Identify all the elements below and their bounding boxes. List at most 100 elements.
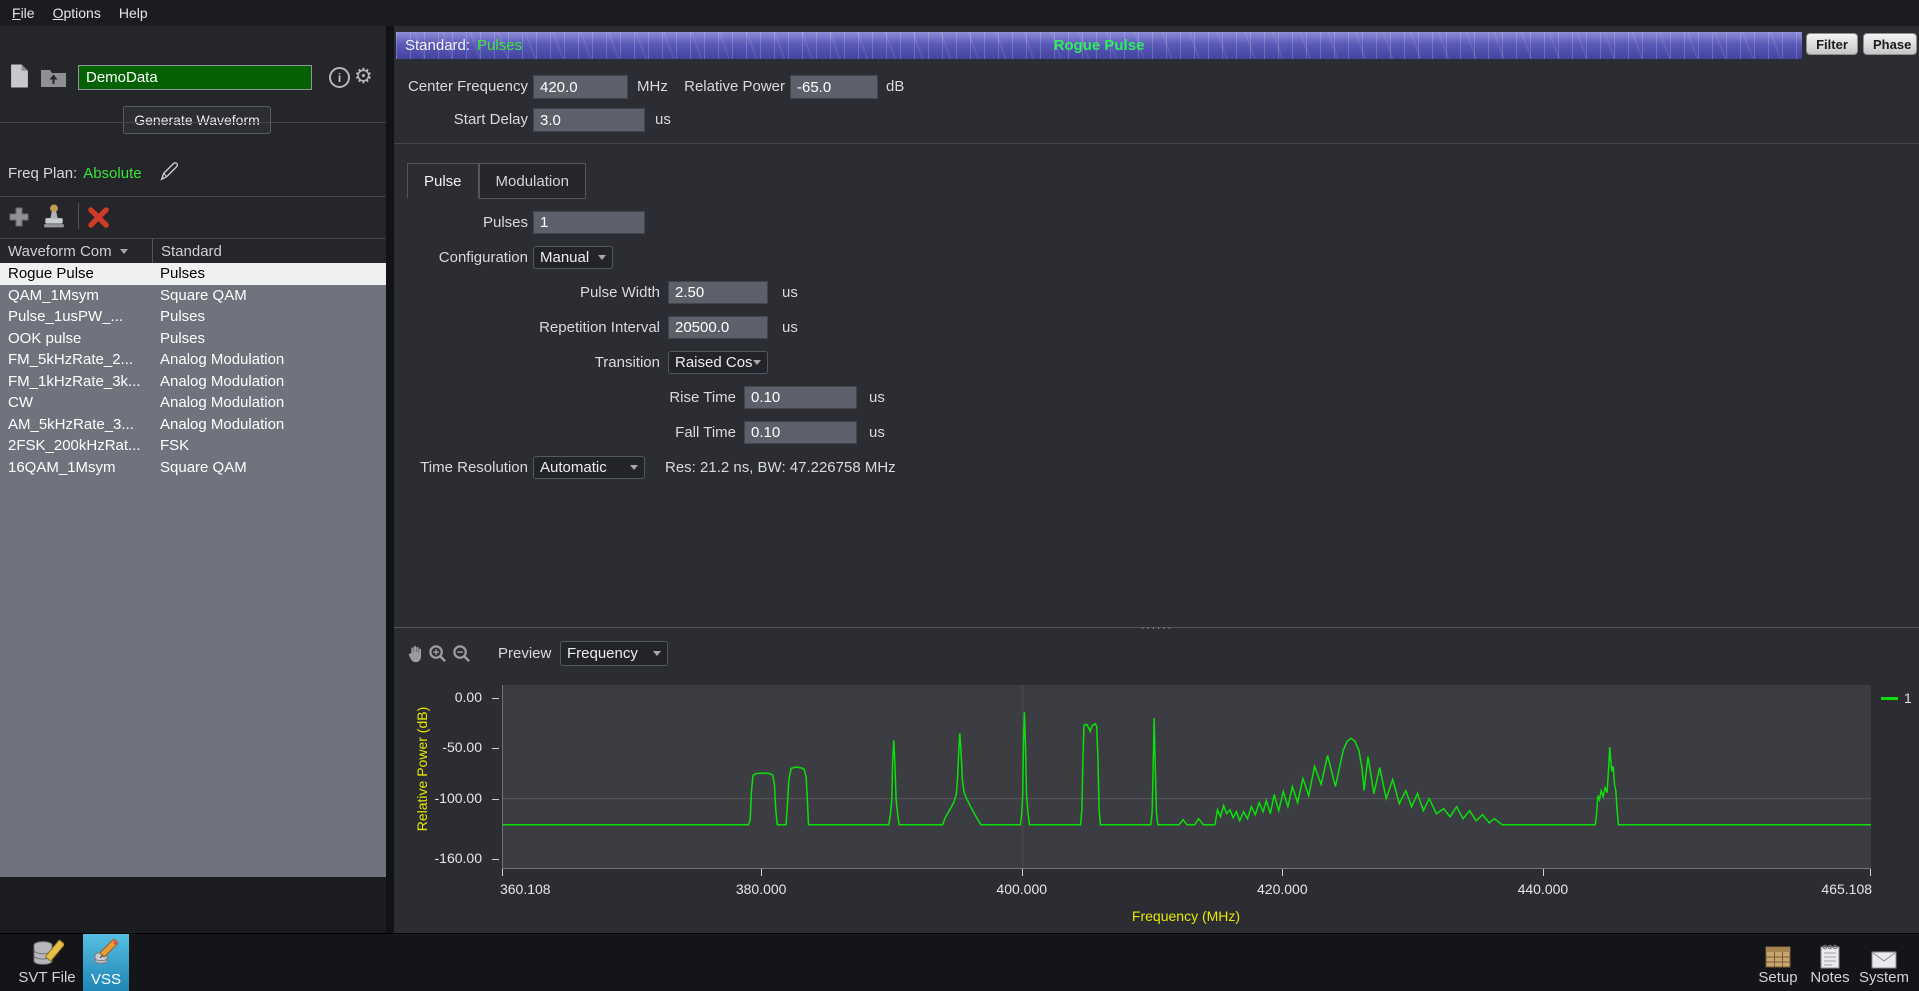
column-header-waveform[interactable]: Waveform Com xyxy=(0,243,152,260)
taskbar-item-setup[interactable]: Setup xyxy=(1752,937,1804,986)
fall-time-input[interactable] xyxy=(744,421,857,444)
pulse-width-input[interactable] xyxy=(668,281,768,304)
panel-divider xyxy=(386,26,394,933)
chevron-down-icon xyxy=(598,255,606,260)
freq-plan-label: Freq Plan: xyxy=(8,165,77,182)
waveform-name-cell: FM_1kHzRate_3k... xyxy=(0,373,152,390)
y-tick-label: -50.00 xyxy=(430,739,482,755)
gear-icon[interactable]: ⚙ xyxy=(354,64,373,88)
open-folder-icon[interactable] xyxy=(40,67,67,88)
taskbar-item-vss[interactable]: VSS xyxy=(83,934,129,991)
table-row[interactable]: 2FSK_200kHzRat...FSK xyxy=(0,435,386,457)
transition-label: Transition xyxy=(394,354,660,371)
info-icon[interactable]: i xyxy=(329,67,350,88)
fall-time-unit: us xyxy=(869,424,885,441)
freq-plan-row: Freq Plan: Absolute xyxy=(8,160,180,186)
tab-bar: Pulse Modulation xyxy=(407,163,586,199)
taskbar-item-label: SVT File xyxy=(18,969,75,986)
notes-icon xyxy=(1819,937,1841,969)
standard-header-bar: Standard: Pulses Rogue Pulse xyxy=(396,32,1802,59)
rise-time-label: Rise Time xyxy=(394,389,736,406)
taskbar-item-label: System xyxy=(1859,969,1909,986)
repetition-interval-input[interactable] xyxy=(668,316,768,339)
chart-legend: 1 xyxy=(1881,690,1912,706)
divider xyxy=(394,143,1919,144)
taskbar-item-system[interactable]: System xyxy=(1856,937,1912,986)
table-row[interactable]: FM_5kHzRate_2...Analog Modulation xyxy=(0,349,386,371)
x-tick-mark xyxy=(1543,869,1544,876)
spectrum-plot[interactable] xyxy=(502,685,1871,869)
menu-help[interactable]: Help xyxy=(119,5,148,21)
tab-pulse[interactable]: Pulse xyxy=(407,163,479,199)
waveform-name-cell: CW xyxy=(0,394,152,411)
spectrum-trace xyxy=(503,712,1871,825)
tab-modulation[interactable]: Modulation xyxy=(479,163,586,199)
preview-label: Preview xyxy=(498,645,551,662)
center-frequency-input[interactable] xyxy=(533,75,628,99)
y-tick-label: -160.00 xyxy=(430,850,482,866)
zoom-in-icon[interactable] xyxy=(427,643,447,663)
y-axis-title: Relative Power (dB) xyxy=(414,679,430,859)
generate-waveform-button[interactable]: Generate Waveform xyxy=(123,106,271,134)
preview-mode-dropdown[interactable]: Frequency xyxy=(560,641,668,666)
edit-pencil-icon[interactable] xyxy=(158,160,180,186)
rise-time-unit: us xyxy=(869,389,885,406)
pulses-input[interactable] xyxy=(533,211,645,234)
waveform-name-cell: FM_5kHzRate_2... xyxy=(0,351,152,368)
taskbar-item-label: VSS xyxy=(91,971,121,988)
x-tick-label: 380.000 xyxy=(736,881,787,897)
sort-indicator-icon xyxy=(120,249,128,254)
transition-dropdown[interactable]: Raised Cos xyxy=(668,351,768,374)
pan-hand-icon[interactable] xyxy=(405,643,425,663)
center-frequency-label: Center Frequency xyxy=(394,78,528,95)
page-title: Rogue Pulse xyxy=(396,37,1802,54)
x-tick-mark xyxy=(1022,869,1023,876)
repetition-interval-label: Repetition Interval xyxy=(394,319,660,336)
menubar: File Options Help xyxy=(0,0,1919,26)
splitter-handle[interactable]: ...... xyxy=(1117,618,1197,632)
waveform-name-cell: 16QAM_1Msym xyxy=(0,459,152,476)
waveform-table-body: Rogue PulsePulsesQAM_1MsymSquare QAMPuls… xyxy=(0,263,386,877)
chevron-down-icon xyxy=(630,465,638,470)
table-row[interactable]: 16QAM_1MsymSquare QAM xyxy=(0,457,386,479)
rise-time-input[interactable] xyxy=(744,386,857,409)
table-row[interactable]: CWAnalog Modulation xyxy=(0,392,386,414)
table-row[interactable]: OOK pulsePulses xyxy=(0,328,386,350)
phase-button[interactable]: Phase xyxy=(1863,33,1917,55)
waveform-name-cell: AM_5kHzRate_3... xyxy=(0,416,152,433)
new-file-icon[interactable] xyxy=(9,63,30,89)
taskbar-item-svt-file[interactable]: SVT File xyxy=(14,937,80,986)
start-delay-input[interactable] xyxy=(533,108,645,132)
x-tick-label: 465.108 xyxy=(1821,881,1872,897)
waveform-name-input[interactable] xyxy=(78,65,312,90)
setup-icon xyxy=(1765,937,1791,969)
configuration-dropdown[interactable]: Manual xyxy=(533,246,613,269)
table-row[interactable]: Rogue PulsePulses xyxy=(0,263,386,285)
repetition-interval-unit: us xyxy=(782,319,798,336)
filter-button[interactable]: Filter xyxy=(1806,33,1858,55)
table-row[interactable]: QAM_1MsymSquare QAM xyxy=(0,285,386,307)
delete-waveform-icon[interactable] xyxy=(87,206,110,229)
relative-power-label: Relative Power xyxy=(644,78,785,95)
table-row[interactable]: FM_1kHzRate_3k...Analog Modulation xyxy=(0,371,386,393)
add-waveform-icon[interactable] xyxy=(8,206,30,228)
x-tick-mark xyxy=(761,869,762,876)
stamp-icon[interactable] xyxy=(42,203,66,229)
relative-power-input[interactable] xyxy=(790,75,878,99)
divider xyxy=(0,122,386,123)
table-row[interactable]: AM_5kHzRate_3...Analog Modulation xyxy=(0,414,386,436)
taskbar-item-notes[interactable]: Notes xyxy=(1804,937,1856,986)
application-window: File Options Help i ⚙ Generate Waveform … xyxy=(0,0,1919,991)
resolution-info-text: Res: 21.2 ns, BW: 47.226758 MHz xyxy=(665,459,896,476)
chevron-down-icon xyxy=(753,360,761,365)
column-header-standard[interactable]: Standard xyxy=(152,239,222,264)
time-resolution-label: Time Resolution xyxy=(394,459,528,476)
time-resolution-dropdown[interactable]: Automatic xyxy=(533,456,645,479)
standard-cell: Analog Modulation xyxy=(152,373,284,390)
menu-options[interactable]: Options xyxy=(53,5,101,21)
pulse-width-label: Pulse Width xyxy=(394,284,660,301)
table-row[interactable]: Pulse_1usPW_...Pulses xyxy=(0,306,386,328)
waveform-name-cell: Pulse_1usPW_... xyxy=(0,308,152,325)
menu-file[interactable]: File xyxy=(12,5,35,21)
zoom-out-icon[interactable] xyxy=(451,643,471,663)
